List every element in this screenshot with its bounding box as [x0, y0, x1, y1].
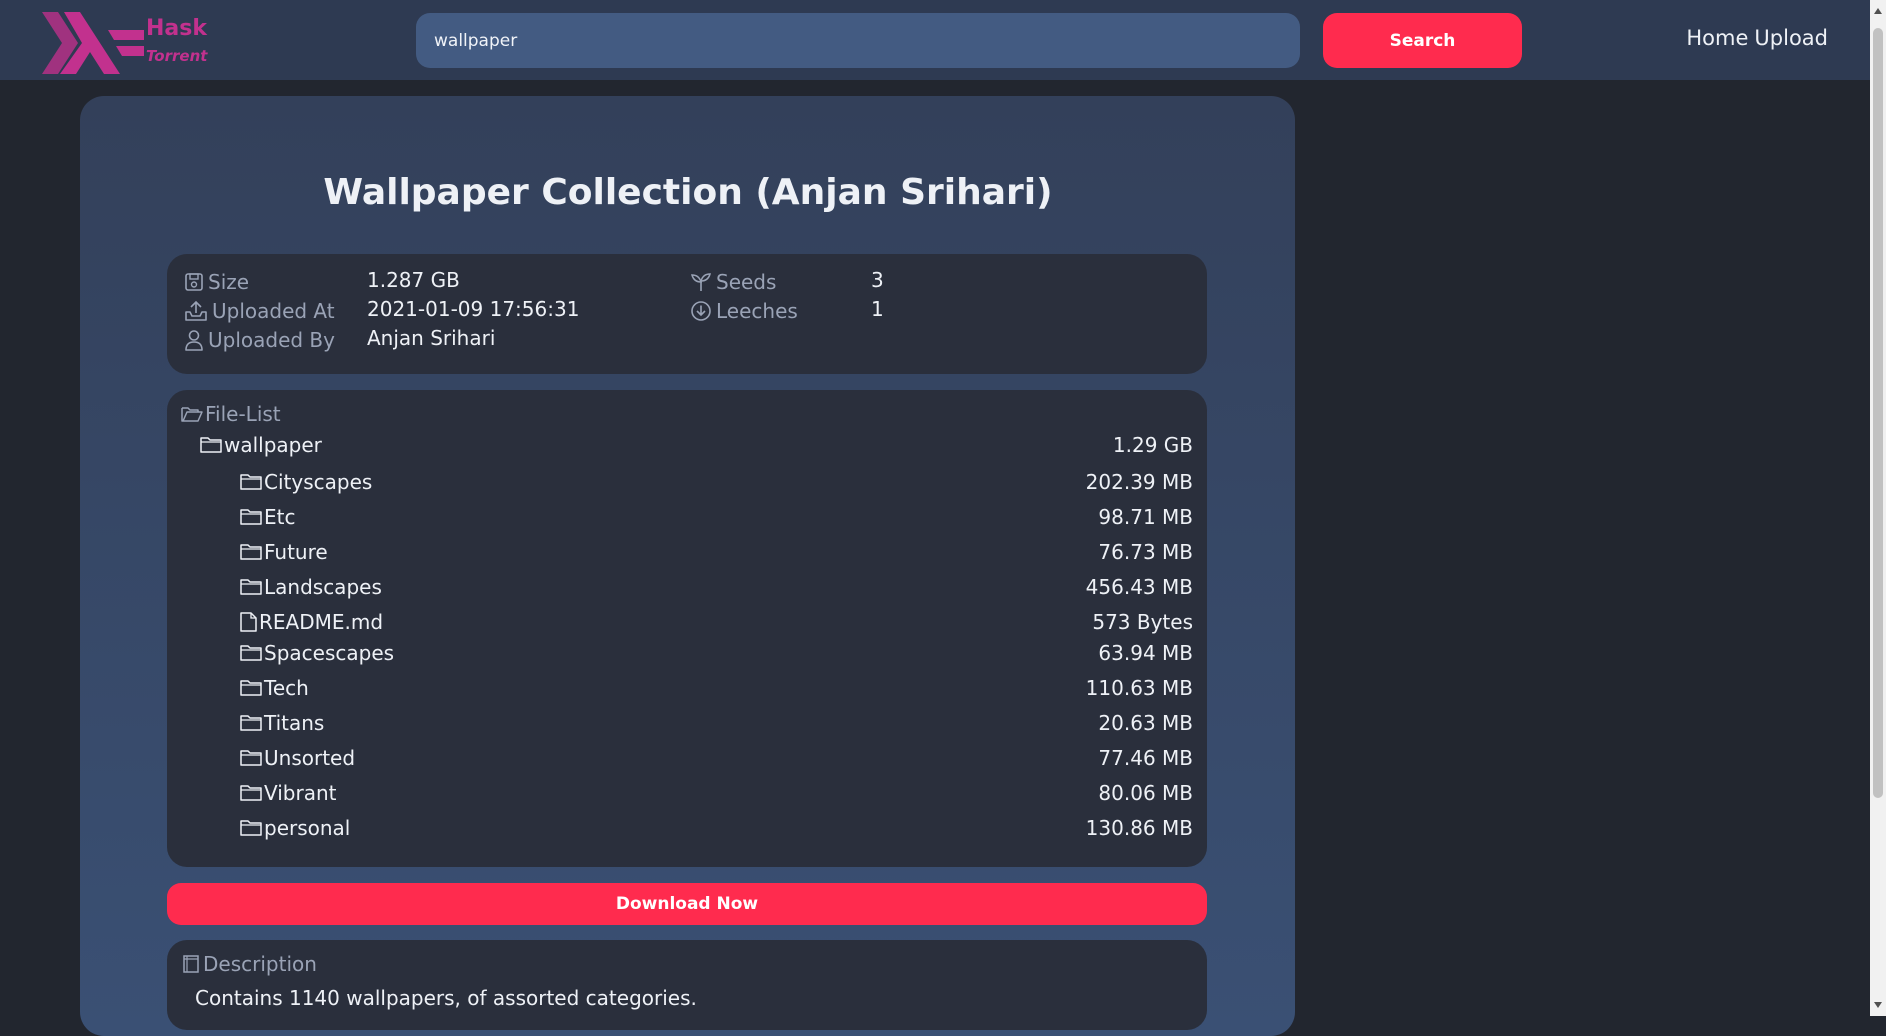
description-panel: Description Contains 1140 wallpapers, of… — [167, 940, 1207, 1030]
logo-text-primary: Hask — [146, 16, 207, 41]
folder-icon — [240, 543, 262, 561]
logo-text-secondary: Torrent — [146, 47, 208, 65]
file-list-heading: File-List — [181, 402, 281, 426]
info-seeds-row: Seeds — [690, 268, 776, 296]
info-size-row: Size — [184, 268, 249, 296]
file-row[interactable]: Vibrant 80.06 MB — [167, 781, 1207, 809]
search-input[interactable] — [416, 13, 1300, 68]
seeds-value: 3 — [871, 268, 884, 292]
file-size: 63.94 MB — [1098, 641, 1193, 665]
download-now-button[interactable]: Download Now — [167, 883, 1207, 925]
user-icon — [184, 329, 204, 351]
file-row[interactable]: Spacescapes 63.94 MB — [167, 641, 1207, 669]
file-size: 76.73 MB — [1098, 540, 1193, 564]
scroll-down-arrow-icon[interactable] — [1874, 1002, 1882, 1008]
file-size: 20.63 MB — [1098, 711, 1193, 735]
file-name: Spacescapes — [264, 641, 395, 665]
search-button[interactable]: Search — [1323, 13, 1522, 68]
upload-tray-icon — [184, 300, 208, 322]
file-name: Cityscapes — [264, 470, 373, 494]
file-name: Vibrant — [264, 781, 337, 805]
file-name: personal — [264, 816, 351, 840]
folder-icon — [240, 508, 262, 526]
save-disk-icon — [184, 272, 204, 292]
leeches-label: Leeches — [716, 299, 798, 323]
folder-icon — [240, 644, 262, 662]
top-navbar: Hask Torrent Search Home Upload — [0, 0, 1870, 80]
file-row[interactable]: Titans 20.63 MB — [167, 711, 1207, 739]
seedling-icon — [690, 272, 712, 292]
file-row[interactable]: Etc 98.71 MB — [167, 505, 1207, 533]
info-uploaded-at-row: Uploaded At — [184, 297, 335, 325]
torrent-title: Wallpaper Collection (Anjan Srihari) — [323, 172, 1053, 213]
folder-icon — [240, 714, 262, 732]
uploaded-at-value: 2021-01-09 17:56:31 — [367, 297, 580, 321]
folder-icon — [200, 436, 222, 454]
folder-open-icon — [181, 405, 203, 423]
file-size: 202.39 MB — [1085, 470, 1193, 494]
folder-icon — [240, 819, 262, 837]
file-name: README.md — [259, 610, 384, 634]
uploaded-at-label: Uploaded At — [212, 299, 335, 323]
scrollbar-thumb[interactable] — [1873, 28, 1883, 798]
description-text: Contains 1140 wallpapers, of assorted ca… — [195, 986, 697, 1010]
file-row[interactable]: README.md 573 Bytes — [167, 610, 1207, 638]
file-size: 110.63 MB — [1085, 676, 1193, 700]
file-row[interactable]: Tech 110.63 MB — [167, 676, 1207, 704]
folder-icon — [240, 784, 262, 802]
download-circle-icon — [690, 300, 712, 322]
file-name: Titans — [264, 711, 325, 735]
file-row[interactable]: Unsorted 77.46 MB — [167, 746, 1207, 774]
nav-upload-link[interactable]: Upload — [1754, 26, 1828, 50]
description-heading: Description — [181, 952, 317, 976]
file-size: 1.29 GB — [1112, 433, 1193, 457]
size-value: 1.287 GB — [367, 268, 460, 292]
file-row-root[interactable]: wallpaper 1.29 GB — [167, 433, 1207, 461]
file-name: wallpaper — [224, 433, 322, 457]
file-size: 80.06 MB — [1098, 781, 1193, 805]
main-nav: Home Upload — [1686, 26, 1828, 50]
file-row[interactable]: Landscapes 456.43 MB — [167, 575, 1207, 603]
nav-home-link[interactable]: Home — [1686, 26, 1748, 50]
file-icon — [240, 612, 257, 632]
folder-icon — [240, 679, 262, 697]
file-name: Future — [264, 540, 328, 564]
file-name: Tech — [264, 676, 309, 700]
file-list-panel: File-List wallpaper 1.29 GB Cityscapes 20… — [167, 390, 1207, 867]
folder-icon — [240, 749, 262, 767]
file-row[interactable]: Future 76.73 MB — [167, 540, 1207, 568]
folder-icon — [240, 473, 262, 491]
file-row[interactable]: Cityscapes 202.39 MB — [167, 470, 1207, 498]
description-scroll-icon — [181, 954, 201, 974]
seeds-label: Seeds — [716, 270, 777, 294]
info-leeches-row: Leeches — [690, 297, 798, 325]
page-scrollbar[interactable] — [1870, 0, 1886, 1016]
file-size: 130.86 MB — [1085, 816, 1193, 840]
file-row[interactable]: personal 130.86 MB — [167, 816, 1207, 844]
file-size: 77.46 MB — [1098, 746, 1193, 770]
folder-icon — [240, 578, 262, 596]
info-uploaded-by-row: Uploaded By — [184, 326, 335, 354]
file-size: 98.71 MB — [1098, 505, 1193, 529]
file-size: 456.43 MB — [1085, 575, 1193, 599]
leeches-value: 1 — [871, 297, 884, 321]
uploaded-by-label: Uploaded By — [208, 328, 335, 352]
file-name: Unsorted — [264, 746, 356, 770]
file-name: Landscapes — [264, 575, 382, 599]
size-label: Size — [208, 270, 250, 294]
file-size: 573 Bytes — [1092, 610, 1193, 634]
haskell-logo-icon — [42, 12, 144, 74]
torrent-info-panel: Size 1.287 GB Uploaded At 2021-01-09 17:… — [167, 254, 1207, 374]
file-name: Etc — [264, 505, 296, 529]
scroll-up-arrow-icon[interactable] — [1874, 8, 1882, 14]
uploaded-by-value: Anjan Srihari — [367, 326, 496, 350]
